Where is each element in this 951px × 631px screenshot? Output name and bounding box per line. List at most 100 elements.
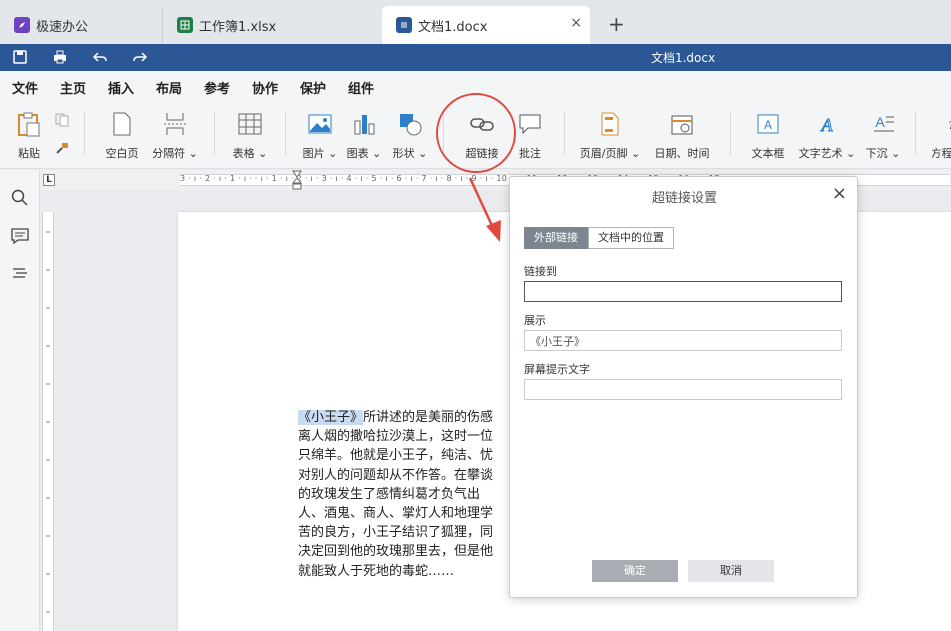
title-bar: 文档1.docx [0, 44, 951, 71]
copy-icon[interactable] [55, 113, 69, 127]
chart-button[interactable]: 图表 ⌄ [346, 109, 382, 165]
undo-icon[interactable] [92, 49, 108, 65]
paste-button[interactable]: 粘贴 [12, 109, 46, 165]
navigation-icon[interactable] [10, 264, 30, 284]
text-art-button[interactable]: A 文字艺术 ⌄ [798, 109, 856, 165]
ribbon-separator [564, 111, 565, 155]
hyperlink-settings-dialog: 超链接设置 × 外部链接 文档中的位置 链接到 展示 屏幕提示文字 确定 取消 [509, 176, 858, 598]
cancel-button[interactable]: 取消 [688, 560, 774, 582]
header-footer-button[interactable]: 页眉/页脚 ⌄ [580, 109, 640, 165]
menu-file[interactable]: 文件 [12, 78, 38, 97]
drop-cap-icon: A [874, 114, 894, 132]
tab-external-link[interactable]: 外部链接 [524, 227, 588, 249]
tab-stop-selector[interactable]: L [43, 174, 55, 186]
text-line: 离人烟的撒哈拉沙漠上，这时一位 [298, 429, 494, 445]
vertical-ruler-ticks [46, 231, 50, 613]
text-box-icon: A [757, 114, 779, 134]
text-line: 《小王子》所讲述的是美丽的伤感 [298, 410, 494, 425]
document-body-text[interactable]: 《小王子》所讲述的是美丽的伤感 离人烟的撒哈拉沙漠上，这时一位 只绵羊。他就是小… [298, 408, 513, 581]
tab-document-location[interactable]: 文档中的位置 [588, 227, 674, 249]
tab-workbook[interactable]: 工作簿1.xlsx [162, 6, 380, 44]
svg-text:A: A [764, 118, 772, 132]
screen-tip-input[interactable] [524, 379, 842, 400]
document-icon [396, 17, 412, 33]
equation-button[interactable]: π 方程 [932, 109, 951, 165]
text-art-icon: A [820, 115, 834, 136]
comments-icon[interactable] [10, 226, 30, 246]
tooltip-label: 屏幕提示文字 [524, 363, 590, 376]
tab-home[interactable]: 极速办公 [0, 6, 160, 44]
new-tab-button[interactable]: + [608, 12, 625, 36]
indent-marker-icon[interactable] [292, 170, 302, 190]
tab-label: 极速办公 [36, 19, 89, 35]
shape-icon [400, 114, 422, 136]
dialog-title: 超链接设置 [651, 191, 717, 206]
calendar-icon [671, 115, 693, 135]
drop-cap-button[interactable]: A 下沉 ⌄ [864, 109, 902, 165]
menu-collaborate[interactable]: 协作 [252, 78, 278, 97]
date-time-button[interactable]: 日期、时间 [652, 109, 712, 165]
display-text-input[interactable] [524, 330, 842, 351]
menu-references[interactable]: 参考 [204, 78, 230, 97]
text-line: 对别人的问题却从不作答。在攀谈 [298, 467, 494, 483]
menu-plugins[interactable]: 组件 [348, 78, 374, 97]
menu-home[interactable]: 主页 [60, 78, 86, 97]
table-button[interactable]: 表格 ⌄ [232, 109, 268, 165]
print-icon[interactable] [52, 49, 68, 65]
text-line: 苦的良方，小王子结识了狐狸，同 [298, 525, 494, 541]
picture-button[interactable]: 图片 ⌄ [302, 109, 338, 165]
blank-page-icon [113, 112, 131, 136]
vertical-ruler[interactable] [42, 212, 54, 631]
text-box-button[interactable]: A 文本框 [748, 109, 788, 165]
equation-icon: π [949, 116, 951, 133]
separator-button[interactable]: 分隔符 ⌄ [152, 109, 198, 165]
tab-label: 文档1.docx [418, 19, 488, 35]
text-line: 决定回到他的玫瑰那里去，但是他 [298, 544, 494, 560]
ribbon-separator [730, 111, 731, 155]
link-to-label: 链接到 [524, 265, 557, 278]
save-icon[interactable] [12, 49, 28, 65]
comment-button[interactable]: 批注 [514, 109, 546, 165]
menu-insert[interactable]: 插入 [108, 78, 135, 103]
ok-button[interactable]: 确定 [592, 560, 678, 582]
browser-tab-bar: 极速办公 工作簿1.xlsx 文档1.docx × + [0, 0, 951, 44]
tab-label: 工作簿1.xlsx [199, 19, 277, 35]
page-break-icon [164, 113, 186, 135]
menu-protect[interactable]: 保护 [300, 78, 326, 97]
dialog-tabs: 外部链接 文档中的位置 [524, 227, 674, 249]
tab-document[interactable]: 文档1.docx × [382, 6, 590, 44]
annotation-arrow-icon [468, 177, 501, 242]
comment-icon [519, 114, 541, 135]
picture-icon [308, 114, 332, 134]
text-line: 就能致人于死地的毒蛇…… [298, 563, 455, 579]
text-line: 人、酒鬼、商人、掌灯人和地理学 [298, 506, 494, 522]
search-icon[interactable] [10, 188, 30, 208]
chart-icon [354, 115, 375, 135]
menu-layout[interactable]: 布局 [156, 78, 182, 97]
selected-text: 《小王子》 [298, 410, 364, 425]
text-line: 只绵羊。他就是小王子，纯洁、忧 [298, 448, 494, 464]
ribbon-separator [285, 111, 286, 155]
shape-button[interactable]: 形状 ⌄ [392, 109, 428, 165]
close-icon[interactable]: × [832, 183, 847, 204]
svg-text:A: A [821, 115, 834, 135]
redo-icon[interactable] [132, 49, 148, 65]
format-painter-icon[interactable] [55, 141, 69, 155]
ribbon-separator [214, 111, 215, 155]
close-tab-icon[interactable]: × [570, 15, 582, 31]
ribbon-separator [84, 111, 85, 155]
link-to-input[interactable] [524, 281, 842, 302]
left-sidebar [0, 170, 40, 631]
svg-text:A: A [875, 114, 885, 130]
header-footer-icon [601, 112, 619, 136]
blank-page-button[interactable]: 空白页 [102, 109, 142, 165]
display-label: 展示 [524, 314, 546, 327]
spreadsheet-icon [177, 17, 193, 33]
highlight-circle [436, 93, 516, 173]
table-icon [238, 113, 262, 135]
ribbon-separator [915, 111, 916, 155]
rocket-icon [14, 17, 30, 33]
document-title: 文档1.docx [650, 51, 716, 65]
clipboard-icon [18, 112, 40, 137]
text-line: 的玫瑰发生了感情纠葛才负气出 [298, 486, 481, 502]
